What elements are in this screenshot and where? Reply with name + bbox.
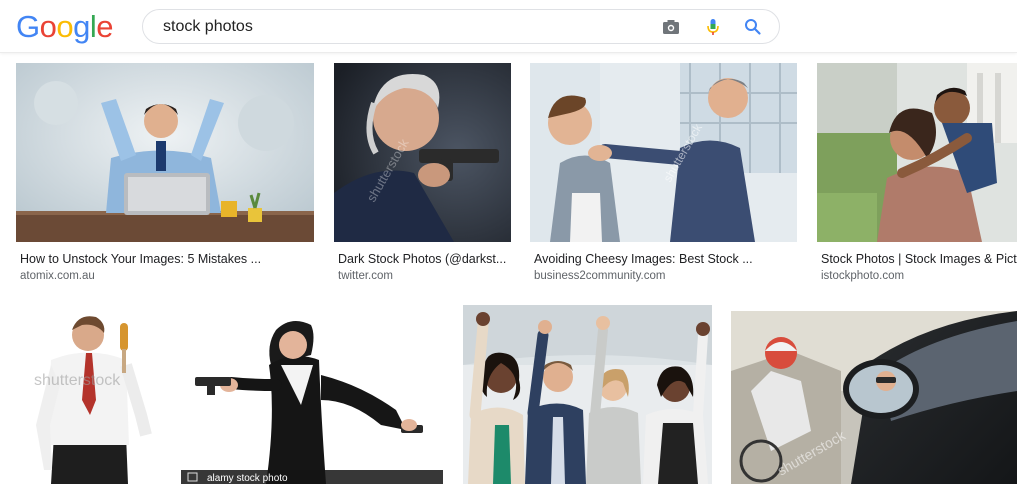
result-domain: business2community.com [534, 270, 666, 282]
result-caption[interactable]: Avoiding Cheesy Images: Best Stock ... [534, 251, 797, 267]
logo-letter: o [39, 9, 57, 44]
google-logo[interactable]: Google [16, 9, 114, 45]
logo-letter: e [96, 9, 114, 44]
result-image[interactable]: shutterstock [731, 311, 1017, 484]
result-caption[interactable]: Stock Photos | Stock Images & Pictu [821, 251, 1017, 267]
camera-icon[interactable] [661, 17, 681, 37]
result-image[interactable]: shutterstock [530, 63, 797, 242]
logo-letter: o [56, 9, 74, 44]
result-domain: atomix.com.au [20, 270, 95, 282]
result-caption[interactable]: Dark Stock Photos (@darkst... [338, 251, 511, 267]
result-image[interactable] [16, 63, 314, 242]
logo-letter: g [73, 9, 90, 44]
logo-letter: G [16, 9, 40, 44]
result-image[interactable]: shutterstock [16, 305, 161, 484]
result-image[interactable] [817, 63, 1017, 242]
result-caption[interactable]: How to Unstock Your Images: 5 Mistakes .… [20, 251, 314, 267]
alamy-watermark-bar: alamy stock photo [207, 473, 288, 484]
result-domain: istockphoto.com [821, 270, 905, 282]
mic-icon[interactable] [703, 17, 723, 37]
search-icon[interactable] [743, 17, 763, 37]
result-image[interactable]: alamy stock photo [181, 305, 443, 484]
search-input[interactable] [163, 10, 643, 43]
search-box [142, 9, 780, 44]
shutterstock-watermark: shutterstock [34, 372, 121, 389]
top-bar: Google [0, 0, 1017, 53]
result-image[interactable] [463, 305, 712, 484]
result-domain: twitter.com [338, 270, 393, 282]
result-image[interactable]: shutterstock [334, 63, 511, 242]
